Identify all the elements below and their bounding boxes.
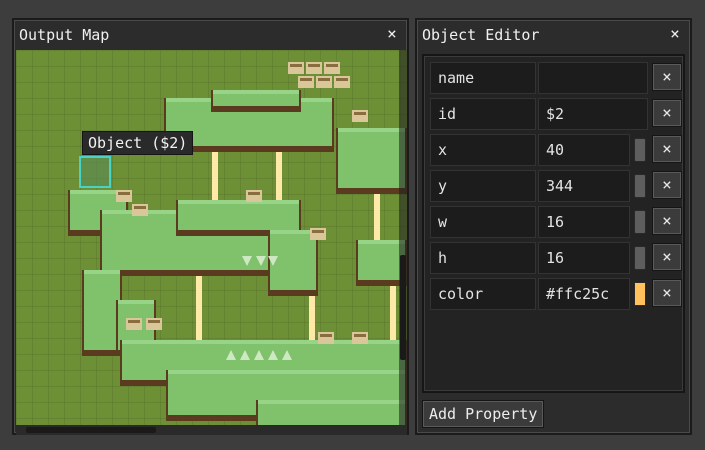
- output-map-close-icon[interactable]: ×: [383, 24, 401, 44]
- property-slider-x[interactable]: [634, 138, 646, 162]
- crate-slat: [248, 192, 260, 195]
- crate: [316, 76, 332, 88]
- object-editor-close-icon[interactable]: ×: [666, 24, 684, 44]
- crate: [288, 62, 304, 74]
- crate-slat: [308, 64, 320, 67]
- property-slider-w[interactable]: [634, 210, 646, 234]
- crate: [306, 62, 322, 74]
- property-key-color[interactable]: color: [430, 278, 536, 310]
- ground-grass: [84, 270, 120, 350]
- crate: [318, 332, 334, 344]
- crate-slat: [148, 320, 160, 323]
- map-tiles: [68, 62, 407, 435]
- property-value-x[interactable]: 40: [538, 134, 630, 166]
- property-key-y[interactable]: y: [430, 170, 536, 202]
- crate: [352, 110, 368, 122]
- property-slider-h[interactable]: [634, 246, 646, 270]
- crate: [246, 190, 262, 202]
- crate-slat: [134, 206, 146, 209]
- ground-grass-edge: [358, 240, 405, 244]
- add-property-button[interactable]: Add Property: [422, 400, 545, 428]
- delete-property-w-button[interactable]: ×: [652, 207, 682, 235]
- delete-property-id-button[interactable]: ×: [652, 99, 682, 127]
- ground-grass-edge: [213, 90, 299, 94]
- property-key-x[interactable]: x: [430, 134, 536, 166]
- property-key-h[interactable]: h: [430, 242, 536, 274]
- crate-slat: [128, 320, 140, 323]
- crate: [334, 76, 350, 88]
- crate: [126, 318, 142, 330]
- ground-grass-edge: [338, 128, 405, 132]
- crate: [324, 62, 340, 74]
- object-editor-title: Object Editor: [422, 26, 540, 44]
- property-value-w[interactable]: 16: [538, 206, 630, 238]
- map-horizontal-scrollbar[interactable]: [16, 425, 407, 435]
- property-value-name[interactable]: [538, 62, 648, 94]
- property-value-h[interactable]: 16: [538, 242, 630, 274]
- property-value-y[interactable]: 344: [538, 170, 630, 202]
- crate-slat: [300, 78, 312, 81]
- crate: [146, 318, 162, 330]
- selected-object-outline[interactable]: [79, 156, 111, 188]
- property-value-id[interactable]: $2: [538, 98, 648, 130]
- crate-slat: [318, 78, 330, 81]
- crate: [132, 204, 148, 216]
- delete-property-color-button[interactable]: ×: [652, 279, 682, 307]
- ground-grass-edge: [178, 200, 299, 204]
- map-canvas[interactable]: Object ($2): [16, 50, 407, 435]
- crate-slat: [118, 192, 130, 195]
- output-map-title: Output Map: [19, 26, 110, 44]
- ground-grass-edge: [118, 300, 154, 304]
- ground-grass: [178, 200, 299, 230]
- property-key-w[interactable]: w: [430, 206, 536, 238]
- crate: [116, 190, 132, 202]
- map-horizontal-scroll-thumb[interactable]: [26, 427, 156, 433]
- output-map-titlebar: Output Map: [14, 20, 407, 50]
- output-map-panel: Output Map × Object ($2): [12, 18, 409, 435]
- ground-grass: [358, 240, 405, 280]
- crate: [352, 332, 368, 344]
- map-vertical-scroll-thumb[interactable]: [400, 255, 406, 360]
- crate-slat: [320, 334, 332, 337]
- ground-grass-edge: [84, 270, 120, 274]
- delete-property-name-button[interactable]: ×: [652, 63, 682, 91]
- delete-property-h-button[interactable]: ×: [652, 243, 682, 271]
- property-list: name × id $2 × x 40 × y 344 × w 16 × h 16 × color #ffc25c ×: [422, 54, 685, 393]
- property-value-color[interactable]: #ffc25c: [538, 278, 630, 310]
- object-tooltip: Object ($2): [82, 131, 194, 155]
- property-key-id[interactable]: id: [430, 98, 536, 130]
- ground-grass: [338, 128, 405, 188]
- property-key-name[interactable]: name: [430, 62, 536, 94]
- crate: [298, 76, 314, 88]
- map-vertical-scrollbar[interactable]: [399, 50, 407, 425]
- object-editor-titlebar: Object Editor: [417, 20, 690, 50]
- ground-grass-edge: [270, 230, 316, 234]
- ground-grass: [270, 230, 316, 290]
- crate-slat: [326, 64, 338, 67]
- ground-grass-edge: [258, 400, 405, 404]
- object-editor-panel: Object Editor × name × id $2 × x 40 × y 344 × w 16 × h…: [415, 18, 692, 435]
- delete-property-x-button[interactable]: ×: [652, 135, 682, 163]
- crate-slat: [336, 78, 348, 81]
- crate: [310, 228, 326, 240]
- crate-slat: [354, 334, 366, 337]
- crate-slat: [312, 230, 324, 233]
- crate-slat: [354, 112, 366, 115]
- ground-grass-edge: [168, 370, 405, 374]
- delete-property-y-button[interactable]: ×: [652, 171, 682, 199]
- property-slider-y[interactable]: [634, 174, 646, 198]
- color-swatch[interactable]: [634, 282, 646, 306]
- crate-slat: [290, 64, 302, 67]
